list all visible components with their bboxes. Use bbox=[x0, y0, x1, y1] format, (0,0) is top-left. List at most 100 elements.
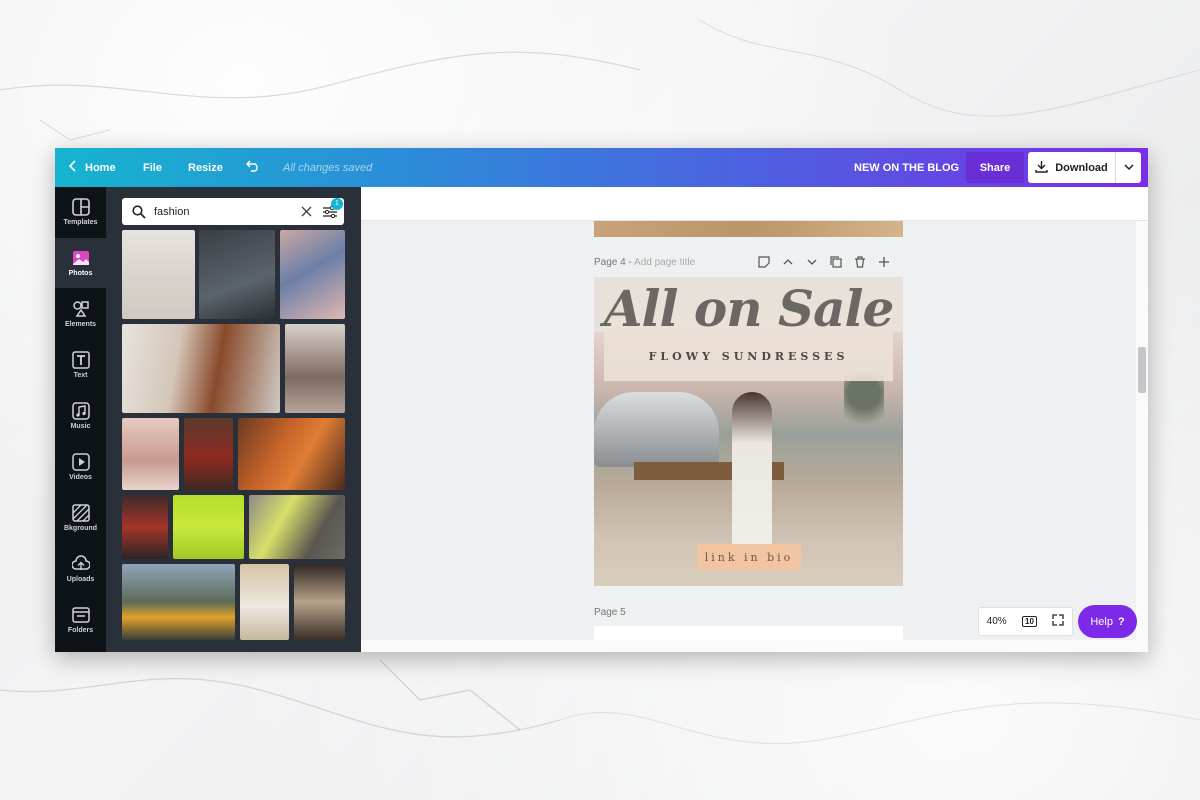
elements-icon bbox=[72, 301, 89, 317]
page-4-number: Page 4 - bbox=[594, 257, 632, 268]
photo-thumbnail[interactable] bbox=[122, 324, 280, 413]
help-label: Help bbox=[1090, 615, 1113, 628]
sale-headline[interactable]: All on Sale bbox=[594, 279, 903, 338]
rail-label: Templates bbox=[63, 219, 98, 226]
rail-label: Videos bbox=[69, 474, 92, 481]
horizontal-scrollbar[interactable] bbox=[361, 640, 1136, 652]
move-page-up-icon[interactable] bbox=[782, 256, 794, 271]
share-button[interactable]: Share bbox=[966, 152, 1024, 183]
page-3-preview[interactable] bbox=[594, 221, 903, 237]
rail-item-photos[interactable]: Photos bbox=[55, 238, 106, 288]
photo-thumbnail[interactable] bbox=[280, 230, 345, 319]
search-box: fashion 1 bbox=[122, 197, 344, 225]
sale-subtitle[interactable]: FLOWY SUNDRESSES bbox=[594, 350, 903, 363]
search-input[interactable]: fashion bbox=[154, 206, 301, 218]
filter-button[interactable]: 1 bbox=[322, 197, 343, 219]
fullscreen-icon[interactable] bbox=[1052, 614, 1064, 629]
download-icon bbox=[1035, 160, 1048, 176]
duplicate-page-icon[interactable] bbox=[830, 256, 842, 271]
zoom-level[interactable]: 40% bbox=[987, 616, 1007, 627]
help-button[interactable]: Help ? bbox=[1078, 605, 1137, 638]
rail-label: Photos bbox=[68, 270, 93, 277]
photo-thumbnail[interactable] bbox=[122, 495, 168, 559]
save-status: All changes saved bbox=[283, 161, 373, 174]
vertical-scrollbar[interactable] bbox=[1136, 221, 1148, 652]
photo-thumbnail[interactable] bbox=[240, 564, 289, 640]
photo-thumbnail[interactable] bbox=[184, 418, 233, 490]
rail-item-elements[interactable]: Elements bbox=[55, 289, 106, 339]
undo-icon bbox=[246, 160, 260, 175]
top-bar: Home File Resize All changes saved NEW O… bbox=[55, 148, 1148, 187]
templates-icon bbox=[71, 198, 90, 216]
rail-label: Text bbox=[73, 372, 88, 379]
rail-item-uploads[interactable]: Uploads bbox=[55, 544, 106, 594]
photo-thumbnail[interactable] bbox=[249, 495, 345, 559]
side-rail: Templates Photos Elements Text Music Vid… bbox=[55, 187, 106, 652]
rail-item-folders[interactable]: Folders bbox=[55, 595, 106, 645]
move-page-down-icon[interactable] bbox=[806, 256, 818, 271]
home-label: Home bbox=[85, 161, 116, 174]
share-label: Share bbox=[979, 161, 1011, 174]
editor-toolbar bbox=[361, 187, 1148, 221]
uploads-icon bbox=[71, 555, 90, 570]
text-icon bbox=[71, 351, 90, 369]
photo-thumbnail[interactable] bbox=[122, 230, 195, 319]
help-icon: ? bbox=[1117, 615, 1125, 628]
page-notes-icon[interactable] bbox=[758, 256, 770, 271]
airstream-trailer bbox=[594, 392, 719, 467]
page-4-label: Page 4 - Add page title bbox=[594, 257, 695, 268]
rail-item-music[interactable]: Music bbox=[55, 391, 106, 441]
rail-label: Bkground bbox=[63, 525, 98, 532]
design-title[interactable]: NEW ON THE BLOG bbox=[854, 148, 959, 187]
photo-thumbnail[interactable] bbox=[238, 418, 345, 490]
design-page-4[interactable]: All on Sale FLOWY SUNDRESSES link in bio bbox=[594, 277, 903, 586]
clear-search-icon[interactable] bbox=[301, 206, 312, 217]
file-label: File bbox=[143, 161, 162, 174]
rail-label: Elements bbox=[64, 321, 97, 328]
background-icon bbox=[71, 504, 90, 522]
filter-count-badge: 1 bbox=[331, 197, 343, 210]
folders-icon bbox=[71, 607, 90, 623]
editor-window: Home File Resize All changes saved NEW O… bbox=[55, 148, 1148, 652]
rail-label: Music bbox=[70, 423, 91, 430]
photos-panel: fashion 1 bbox=[106, 187, 361, 652]
zoom-controls: 40% 10 bbox=[978, 607, 1073, 636]
download-button-group: Download bbox=[1028, 152, 1141, 183]
rail-label: Uploads bbox=[66, 576, 95, 583]
photo-thumbnail[interactable] bbox=[122, 564, 235, 640]
link-in-bio-label[interactable]: link in bio bbox=[697, 544, 801, 570]
rail-item-videos[interactable]: Videos bbox=[55, 442, 106, 492]
vertical-scroll-thumb[interactable] bbox=[1138, 347, 1146, 393]
canvas-area: Page 4 - Add page title All on Sale FLOW… bbox=[361, 187, 1148, 652]
rail-item-templates[interactable]: Templates bbox=[55, 187, 106, 237]
page-5-label: Page 5 bbox=[594, 607, 626, 618]
download-options-button[interactable] bbox=[1116, 152, 1141, 183]
videos-icon bbox=[71, 453, 90, 471]
photos-icon bbox=[72, 251, 89, 265]
page-tools bbox=[758, 256, 890, 271]
photo-thumbnail[interactable] bbox=[294, 564, 345, 640]
woman-figure bbox=[732, 392, 772, 562]
rail-item-background[interactable]: Bkground bbox=[55, 493, 106, 543]
photo-thumbnail[interactable] bbox=[285, 324, 345, 413]
add-page-title[interactable]: Add page title bbox=[634, 257, 695, 268]
photo-thumbnail[interactable] bbox=[199, 230, 275, 319]
file-menu[interactable]: File bbox=[143, 148, 162, 187]
rail-label: Folders bbox=[67, 627, 94, 634]
chevron-down-icon bbox=[1123, 162, 1134, 174]
photo-thumbnail[interactable] bbox=[173, 495, 244, 559]
photo-thumbnail[interactable] bbox=[122, 418, 179, 490]
chevron-left-icon bbox=[68, 160, 77, 175]
resize-label: Resize bbox=[188, 161, 223, 174]
download-button[interactable]: Download bbox=[1028, 152, 1116, 183]
delete-page-icon[interactable] bbox=[854, 256, 866, 271]
music-icon bbox=[71, 402, 90, 420]
undo-button[interactable] bbox=[246, 148, 260, 187]
download-label: Download bbox=[1055, 161, 1108, 174]
page-grid-button[interactable]: 10 bbox=[1022, 616, 1037, 627]
resize-menu[interactable]: Resize bbox=[188, 148, 223, 187]
rail-item-text[interactable]: Text bbox=[55, 340, 106, 390]
home-button[interactable]: Home bbox=[68, 148, 116, 187]
add-page-icon[interactable] bbox=[878, 256, 890, 271]
search-icon bbox=[132, 204, 146, 219]
